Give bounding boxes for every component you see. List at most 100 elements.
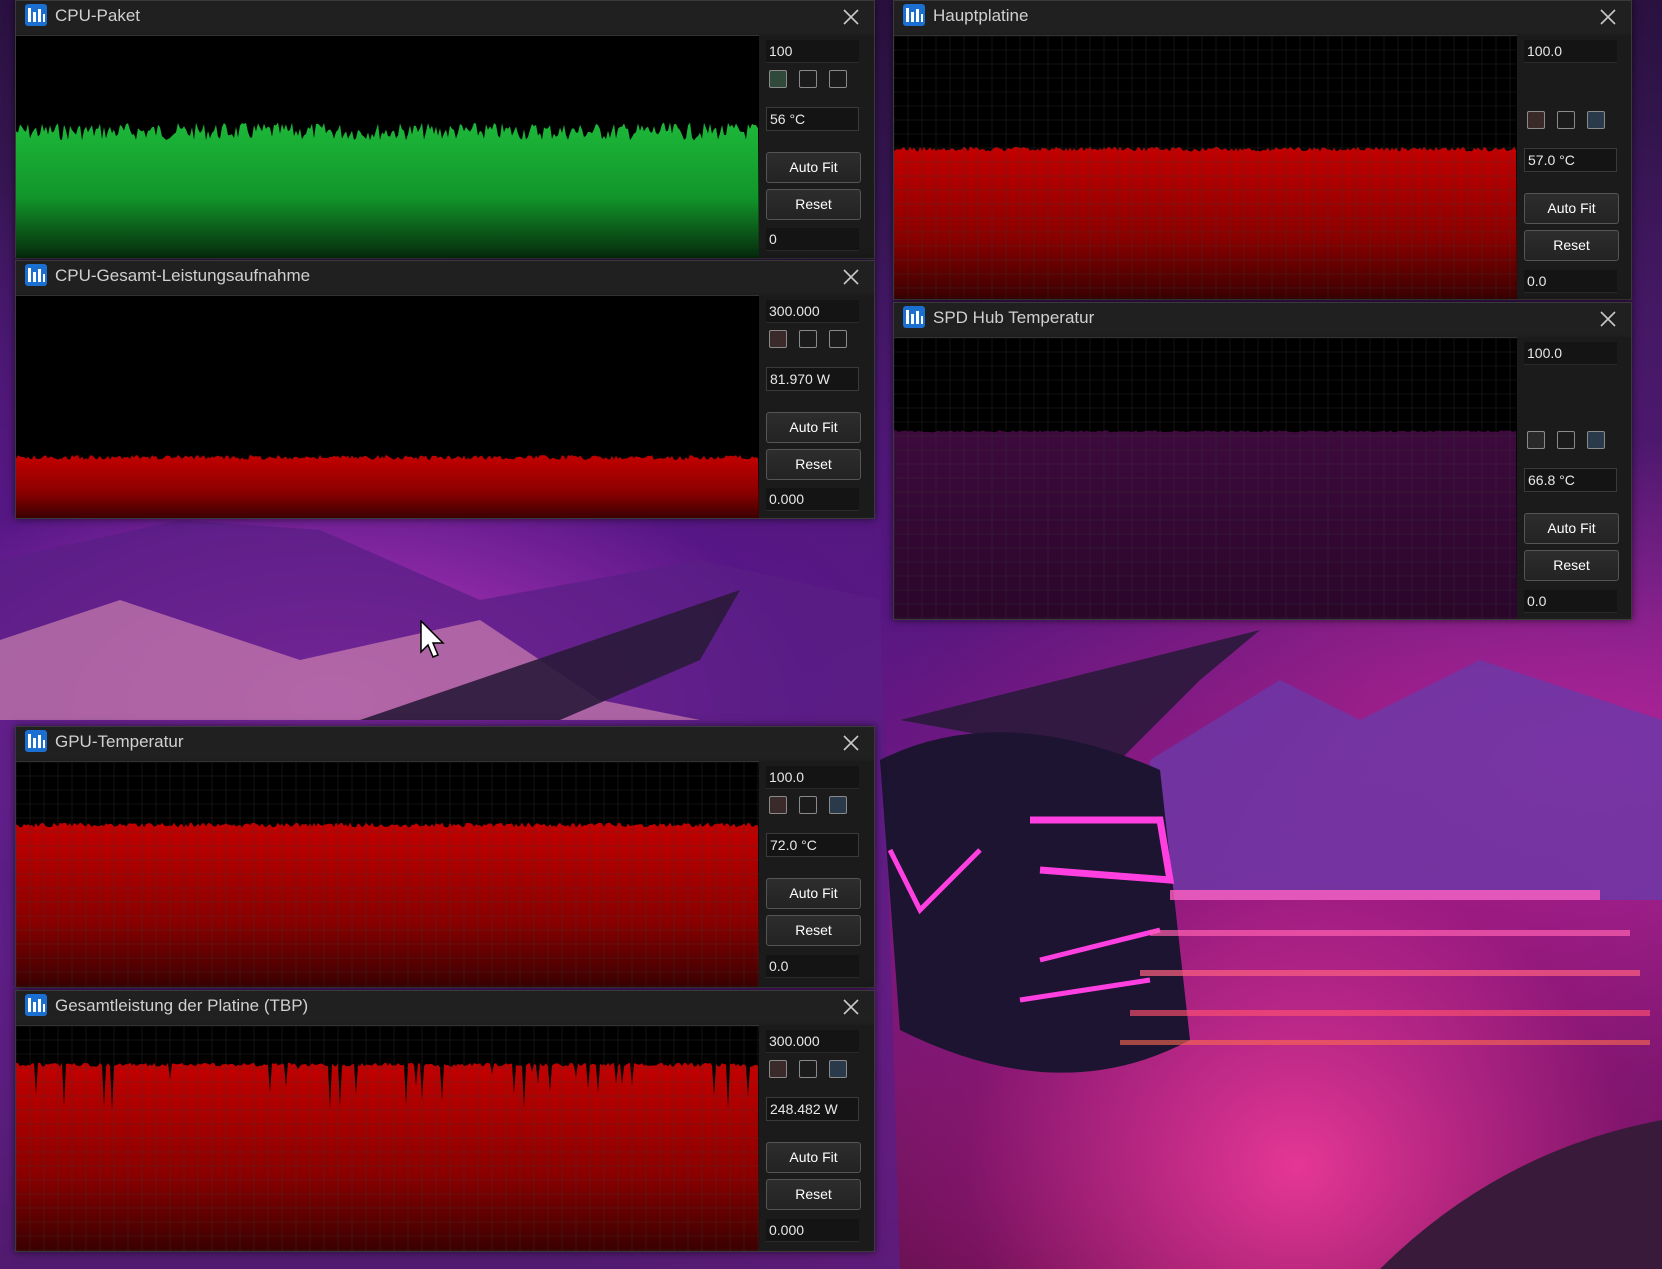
max-value-field[interactable]: 300.000 bbox=[766, 1030, 859, 1053]
graph-area bbox=[894, 430, 1517, 619]
graph-area bbox=[16, 1062, 759, 1251]
close-icon[interactable] bbox=[838, 264, 864, 290]
color-swatch[interactable] bbox=[799, 1060, 817, 1078]
auto-fit-button[interactable]: Auto Fit bbox=[766, 412, 861, 443]
sensor-graph-window[interactable]: CPU-Paket 100 56 °C Auto Fit Reset 0 bbox=[15, 0, 875, 259]
app-icon bbox=[25, 730, 47, 752]
graph-plot bbox=[16, 761, 759, 987]
color-swatch[interactable] bbox=[769, 70, 787, 88]
window-titlebar[interactable]: Gesamtleistung der Platine (TBP) bbox=[16, 991, 874, 1023]
graph-plot bbox=[16, 35, 759, 258]
min-value-field[interactable]: 0 bbox=[766, 228, 859, 251]
graph-canvas bbox=[894, 36, 1517, 299]
graph-controls: 100.0 57.0 °C Auto Fit Reset 0.0 bbox=[1517, 35, 1631, 298]
app-icon bbox=[903, 306, 925, 328]
auto-fit-button[interactable]: Auto Fit bbox=[766, 878, 861, 909]
max-value-field[interactable]: 100 bbox=[766, 40, 859, 63]
graph-area bbox=[16, 122, 759, 258]
graph-area bbox=[16, 454, 759, 518]
auto-fit-button[interactable]: Auto Fit bbox=[766, 152, 861, 183]
current-value-readout: 57.0 °C bbox=[1524, 148, 1617, 172]
current-value-readout: 248.482 W bbox=[766, 1097, 859, 1121]
min-value-field[interactable]: 0.0 bbox=[1524, 590, 1617, 613]
min-value-field[interactable]: 0.000 bbox=[766, 488, 859, 511]
color-swatch[interactable] bbox=[1587, 111, 1605, 129]
reset-button[interactable]: Reset bbox=[1524, 550, 1619, 581]
graph-controls: 300.000 81.970 W Auto Fit Reset 0.000 bbox=[759, 295, 874, 517]
close-icon[interactable] bbox=[838, 994, 864, 1020]
graph-area bbox=[894, 146, 1517, 299]
color-swatch[interactable] bbox=[1527, 111, 1545, 129]
graph-plot bbox=[16, 295, 759, 518]
color-swatch[interactable] bbox=[1557, 111, 1575, 129]
reset-button[interactable]: Reset bbox=[766, 189, 861, 220]
color-swatch[interactable] bbox=[769, 796, 787, 814]
reset-button[interactable]: Reset bbox=[766, 449, 861, 480]
sensor-graph-window[interactable]: SPD Hub Temperatur 100.0 66.8 °C Auto Fit R… bbox=[893, 302, 1632, 620]
app-icon bbox=[25, 264, 47, 286]
window-title: CPU-Paket bbox=[55, 6, 141, 25]
color-swatch[interactable] bbox=[829, 796, 847, 814]
app-icon bbox=[25, 4, 47, 26]
graph-canvas bbox=[16, 762, 759, 987]
min-value-field[interactable]: 0.0 bbox=[1524, 270, 1617, 293]
window-title: Hauptplatine bbox=[933, 6, 1029, 25]
sensor-graph-window[interactable]: CPU-Gesamt-Leistungsaufnahme 300.000 81.9… bbox=[15, 260, 875, 519]
max-value-field[interactable]: 300.000 bbox=[766, 300, 859, 323]
mouse-cursor-icon bbox=[420, 620, 445, 658]
color-swatch[interactable] bbox=[829, 330, 847, 348]
graph-canvas bbox=[16, 296, 759, 518]
window-titlebar[interactable]: SPD Hub Temperatur bbox=[894, 303, 1631, 335]
color-swatch[interactable] bbox=[829, 70, 847, 88]
color-swatch[interactable] bbox=[799, 796, 817, 814]
graph-controls: 100.0 72.0 °C Auto Fit Reset 0.0 bbox=[759, 761, 874, 986]
window-title: SPD Hub Temperatur bbox=[933, 308, 1095, 327]
graph-canvas bbox=[16, 36, 759, 258]
app-icon bbox=[25, 994, 47, 1016]
window-title: GPU-Temperatur bbox=[55, 732, 184, 751]
graph-plot bbox=[894, 337, 1517, 619]
color-swatch[interactable] bbox=[1587, 431, 1605, 449]
reset-button[interactable]: Reset bbox=[766, 915, 861, 946]
current-value-readout: 56 °C bbox=[766, 107, 859, 131]
graph-controls: 100 56 °C Auto Fit Reset 0 bbox=[759, 35, 874, 257]
current-value-readout: 81.970 W bbox=[766, 367, 859, 391]
current-value-readout: 66.8 °C bbox=[1524, 468, 1617, 492]
window-titlebar[interactable]: Hauptplatine bbox=[894, 1, 1631, 33]
color-swatch[interactable] bbox=[1527, 431, 1545, 449]
color-swatch[interactable] bbox=[769, 330, 787, 348]
close-icon[interactable] bbox=[838, 4, 864, 30]
auto-fit-button[interactable]: Auto Fit bbox=[766, 1142, 861, 1173]
min-value-field[interactable]: 0.0 bbox=[766, 955, 859, 978]
color-swatch[interactable] bbox=[799, 70, 817, 88]
max-value-field[interactable]: 100.0 bbox=[1524, 40, 1617, 63]
color-swatch[interactable] bbox=[1557, 431, 1575, 449]
close-icon[interactable] bbox=[1595, 306, 1621, 332]
color-swatch[interactable] bbox=[769, 1060, 787, 1078]
color-swatch[interactable] bbox=[799, 330, 817, 348]
graph-plot bbox=[16, 1025, 759, 1251]
sensor-graph-window[interactable]: Hauptplatine 100.0 57.0 °C Auto Fit Reset 0.… bbox=[893, 0, 1632, 300]
sensor-graph-window[interactable]: Gesamtleistung der Platine (TBP) 300.000… bbox=[15, 990, 875, 1252]
reset-button[interactable]: Reset bbox=[766, 1179, 861, 1210]
graph-area bbox=[16, 822, 759, 987]
window-titlebar[interactable]: CPU-Paket bbox=[16, 1, 874, 33]
sensor-graph-window[interactable]: GPU-Temperatur 100.0 72.0 °C Auto Fit Reset… bbox=[15, 726, 875, 988]
graph-controls: 300.000 248.482 W Auto Fit Reset 0.000 bbox=[759, 1025, 874, 1250]
auto-fit-button[interactable]: Auto Fit bbox=[1524, 513, 1619, 544]
window-title: CPU-Gesamt-Leistungsaufnahme bbox=[55, 266, 311, 285]
max-value-field[interactable]: 100.0 bbox=[1524, 342, 1617, 365]
min-value-field[interactable]: 0.000 bbox=[766, 1219, 859, 1242]
graph-canvas bbox=[894, 338, 1517, 619]
graph-canvas bbox=[16, 1026, 759, 1251]
window-titlebar[interactable]: CPU-Gesamt-Leistungsaufnahme bbox=[16, 261, 874, 293]
color-swatch[interactable] bbox=[829, 1060, 847, 1078]
auto-fit-button[interactable]: Auto Fit bbox=[1524, 193, 1619, 224]
close-icon[interactable] bbox=[1595, 4, 1621, 30]
window-titlebar[interactable]: GPU-Temperatur bbox=[16, 727, 874, 759]
graph-controls: 100.0 66.8 °C Auto Fit Reset 0.0 bbox=[1517, 337, 1631, 618]
current-value-readout: 72.0 °C bbox=[766, 833, 859, 857]
close-icon[interactable] bbox=[838, 730, 864, 756]
reset-button[interactable]: Reset bbox=[1524, 230, 1619, 261]
max-value-field[interactable]: 100.0 bbox=[766, 766, 859, 789]
